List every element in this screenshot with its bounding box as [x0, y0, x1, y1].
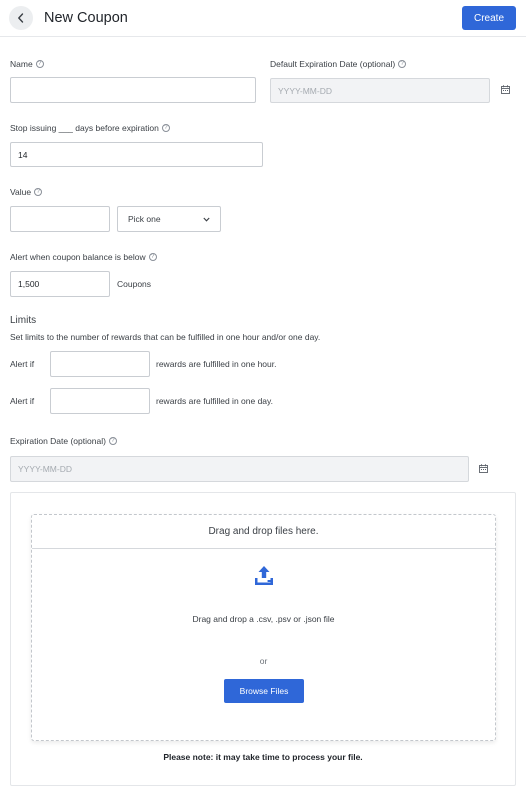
default-expiration-label-text: Default Expiration Date (optional)	[270, 59, 396, 69]
file-dropzone[interactable]: Drag and drop files here. Drag and drop …	[31, 514, 496, 741]
alert-balance-suffix: Coupons	[117, 279, 152, 289]
expiration-label: Expiration Date (optional) ?	[10, 436, 117, 446]
value-unit-selected: Pick one	[128, 214, 161, 224]
expiration-label-text: Expiration Date (optional)	[10, 436, 106, 446]
value-amount-input[interactable]	[10, 206, 110, 232]
value-unit-select[interactable]: Pick one	[117, 206, 221, 232]
name-label: Name ?	[10, 59, 44, 69]
day-alert-prefix: Alert if	[10, 396, 35, 406]
alert-balance-label: Alert when coupon balance is below ?	[10, 252, 157, 262]
limits-description: Set limits to the number of rewards that…	[10, 332, 321, 342]
chevron-left-icon	[18, 13, 24, 23]
hour-alert-suffix: rewards are fulfilled in one hour.	[156, 359, 277, 369]
back-button[interactable]	[9, 6, 33, 30]
upload-icon	[255, 566, 273, 585]
help-icon[interactable]: ?	[35, 60, 44, 68]
limits-title: Limits	[10, 315, 37, 326]
calendar-icon[interactable]	[479, 464, 488, 473]
page-title: New Coupon	[44, 10, 128, 26]
value-label-text: Value	[10, 187, 32, 197]
help-icon[interactable]: ?	[34, 188, 43, 196]
hour-limit-input[interactable]	[50, 351, 150, 377]
help-icon[interactable]: ?	[148, 253, 157, 261]
help-icon[interactable]: ?	[108, 437, 117, 445]
dropzone-title: Drag and drop files here.	[32, 515, 495, 549]
help-icon[interactable]: ?	[398, 60, 407, 68]
alert-balance-input[interactable]	[10, 271, 110, 297]
stop-issuing-label-text: Stop issuing ___ days before expiration	[10, 123, 159, 133]
value-label: Value ?	[10, 187, 43, 197]
hour-alert-prefix: Alert if	[10, 359, 35, 369]
help-icon[interactable]: ?	[161, 124, 170, 132]
dropzone-or: or	[259, 656, 268, 666]
alert-balance-label-text: Alert when coupon balance is below	[10, 252, 146, 262]
default-expiration-input[interactable]	[270, 78, 490, 103]
calendar-icon[interactable]	[501, 85, 510, 94]
dropzone-instructions: Drag and drop a .csv, .psv or .json file	[192, 614, 335, 624]
browse-files-button[interactable]: Browse Files	[224, 679, 304, 703]
processing-note: Please note: it may take time to process…	[163, 752, 363, 762]
stop-issuing-input[interactable]	[10, 142, 263, 167]
create-button[interactable]: Create	[462, 6, 516, 30]
default-expiration-label: Default Expiration Date (optional) ?	[270, 59, 407, 69]
page-header: New Coupon Create	[0, 0, 526, 37]
chevron-down-icon	[203, 217, 210, 222]
name-input[interactable]	[10, 77, 256, 103]
day-alert-suffix: rewards are fulfilled in one day.	[156, 396, 274, 406]
name-label-text: Name	[10, 59, 33, 69]
stop-issuing-label: Stop issuing ___ days before expiration …	[10, 123, 170, 133]
day-limit-input[interactable]	[50, 388, 150, 414]
upload-card: Drag and drop files here. Drag and drop …	[10, 492, 516, 786]
expiration-input[interactable]	[10, 456, 469, 482]
